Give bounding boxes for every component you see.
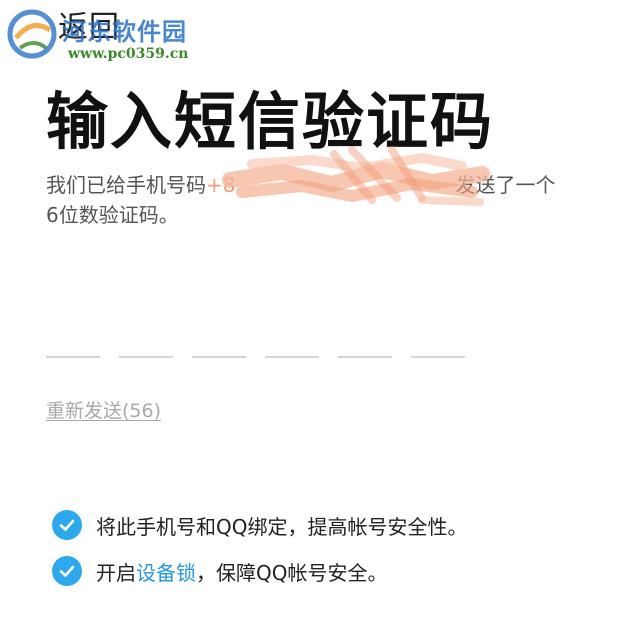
device-lock-text-after: ，保障QQ帐号安全。 <box>196 560 388 585</box>
code-slot[interactable] <box>411 356 465 358</box>
bind-phone-option[interactable]: 将此手机号和QQ绑定，提高帐号安全性。 <box>52 510 467 540</box>
watermark-logo-icon <box>7 9 57 59</box>
sms-verification-screen: 返回 河东软件园 www.pc0359.cn 输入短信验证码 我们已给手机号码+… <box>0 0 630 630</box>
device-lock-option[interactable]: 开启设备锁，保障QQ帐号安全。 <box>52 556 387 586</box>
code-slot[interactable] <box>338 356 392 358</box>
code-input-row[interactable] <box>46 356 476 362</box>
watermark-url: www.pc0359.cn <box>68 46 189 62</box>
device-lock-link[interactable]: 设备锁 <box>136 561 196 585</box>
bind-phone-label: 将此手机号和QQ绑定，提高帐号安全性。 <box>96 514 468 539</box>
device-lock-label: 开启设备锁，保障QQ帐号安全。 <box>96 557 387 586</box>
code-slot[interactable] <box>265 356 319 358</box>
code-slot[interactable] <box>192 356 246 358</box>
device-lock-text-before: 开启 <box>96 560 136 585</box>
check-icon[interactable] <box>52 556 82 586</box>
check-icon[interactable] <box>52 510 82 540</box>
instruction-prefix: 我们已给手机号码 <box>46 173 206 197</box>
redaction-scribble <box>222 146 490 206</box>
code-slot[interactable] <box>119 356 173 358</box>
watermark-name: 河东软件园 <box>62 18 187 46</box>
instruction-line2: 6位数验证码。 <box>46 203 179 227</box>
watermark: 河东软件园 www.pc0359.cn <box>0 0 230 70</box>
code-slot[interactable] <box>46 356 100 358</box>
resend-button[interactable]: 重新发送(56) <box>46 396 161 423</box>
